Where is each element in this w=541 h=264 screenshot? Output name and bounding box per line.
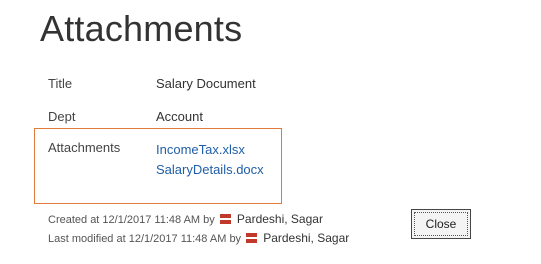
field-value-title: Salary Document <box>156 76 256 91</box>
modified-info: Last modified at 12/1/2017 11:48 AM by P… <box>48 231 349 245</box>
attachment-link-incometax[interactable]: IncomeTax.xlsx <box>156 140 264 160</box>
modified-timestamp: Last modified at 12/1/2017 11:48 AM <box>48 233 227 245</box>
close-button[interactable]: Close <box>411 209 471 239</box>
user-presence-icon <box>246 233 258 243</box>
page-title: Attachments <box>40 8 243 49</box>
modified-by-label: by <box>229 233 242 245</box>
attachments-list: IncomeTax.xlsx SalaryDetails.docx <box>156 140 264 180</box>
created-by-user[interactable]: Pardeshi, Sagar <box>237 212 323 226</box>
field-value-dept: Account <box>156 109 203 124</box>
created-info: Created at 12/1/2017 11:48 AM by Pardesh… <box>48 212 323 226</box>
field-label-title: Title <box>48 76 73 91</box>
attachment-link-salarydetails[interactable]: SalaryDetails.docx <box>156 160 264 180</box>
created-by-label: by <box>203 214 215 226</box>
created-timestamp: Created at 12/1/2017 11:48 AM <box>48 214 201 226</box>
field-label-dept: Dept <box>48 109 76 124</box>
user-presence-icon <box>219 214 231 224</box>
modified-by-user[interactable]: Pardeshi, Sagar <box>263 231 349 245</box>
field-label-attachments: Attachments <box>48 140 121 155</box>
